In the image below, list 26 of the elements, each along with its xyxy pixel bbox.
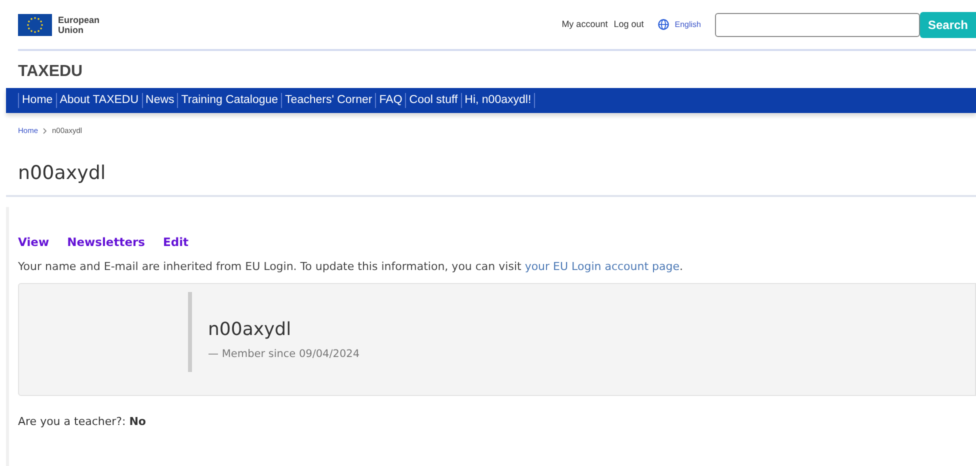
profile-name: n00axydl [208, 318, 292, 342]
notice-text: Your name and E-mail are inherited from EU Login. To update this information, you can visit your EU Login account page. [18, 259, 684, 276]
nav-link[interactable]: Home [19, 92, 56, 110]
header-link[interactable]: Log out [614, 18, 644, 32]
chevron-icon [43, 128, 48, 134]
profile-tab[interactable]: Newsletters [67, 234, 146, 252]
profile-tab[interactable]: Edit [163, 234, 189, 252]
nav-link[interactable]: Training Catalogue [178, 92, 282, 110]
teacher-field: Are you a teacher?: No [18, 414, 976, 430]
nav-link[interactable]: News [142, 92, 178, 110]
page-title: n00axydl [17, 161, 107, 186]
language-link[interactable]: English [674, 18, 701, 30]
nav-link[interactable]: FAQ [376, 92, 406, 110]
nav-link[interactable]: About TAXEDU [56, 92, 142, 110]
profile-tab[interactable]: View [18, 234, 50, 252]
site-name[interactable]: TAXEDU [0, 51, 976, 88]
logo-text[interactable]: European Union [58, 14, 100, 34]
header-link[interactable]: My account [562, 18, 608, 32]
search-field[interactable] [715, 12, 920, 36]
flag-icon [18, 12, 52, 36]
nav-link[interactable]: Teachers' Corner [282, 92, 376, 110]
nav-link[interactable]: Hi, n00axydl! [462, 92, 534, 110]
nav-link[interactable]: Cool stuff [406, 92, 461, 110]
globe-icon [658, 19, 669, 30]
member-since: — Member since 09/04/2024 [208, 346, 360, 362]
account-link[interactable]: your EU Login account page [524, 260, 680, 274]
